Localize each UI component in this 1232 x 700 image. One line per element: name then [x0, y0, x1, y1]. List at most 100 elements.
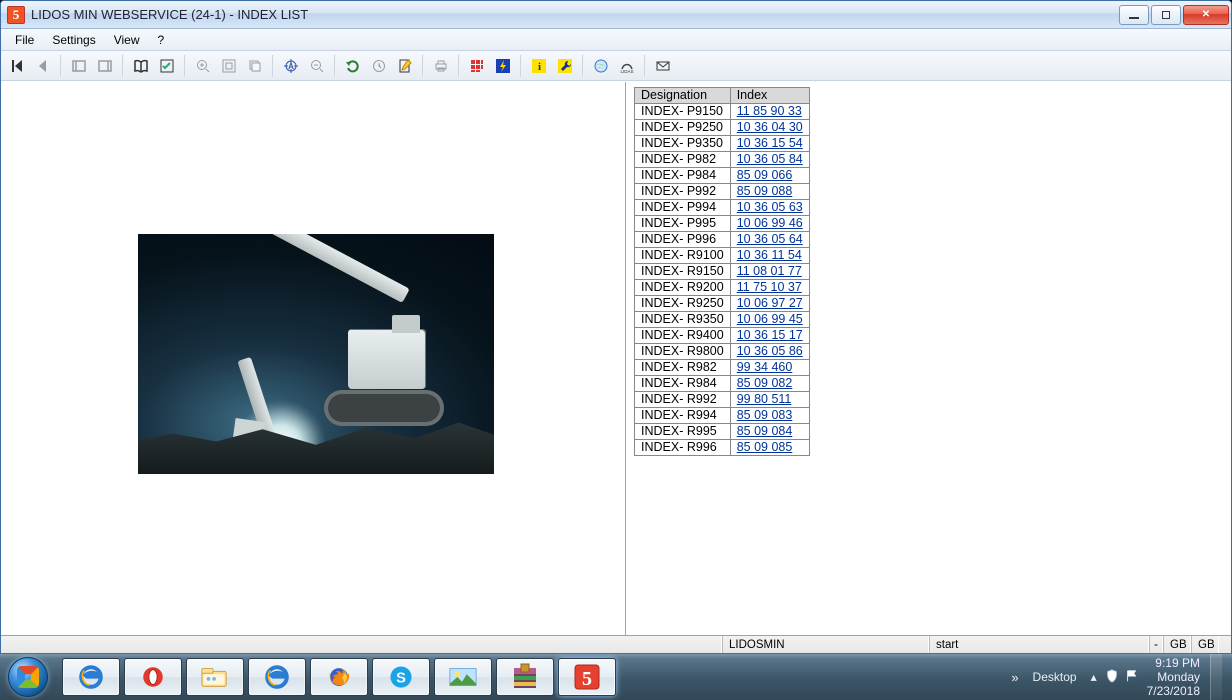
index-link[interactable]: 10 06 97 27 — [737, 296, 803, 310]
cell-index: 10 36 15 54 — [730, 136, 809, 152]
index-link[interactable]: 85 09 083 — [737, 408, 793, 422]
svg-text:5: 5 — [582, 668, 592, 690]
cell-index: 10 36 05 86 — [730, 344, 809, 360]
grid-red-icon[interactable] — [465, 54, 489, 78]
index-link[interactable]: 85 09 088 — [737, 184, 793, 198]
taskbar-ie-icon[interactable] — [62, 658, 120, 696]
tray-time: 9:19 PM — [1147, 656, 1200, 670]
tray-flag-icon[interactable] — [1125, 669, 1139, 686]
index-link[interactable]: 11 75 10 37 — [737, 280, 802, 294]
menu-view[interactable]: View — [106, 31, 148, 49]
cell-designation: INDEX- P994 — [635, 200, 731, 216]
index-link[interactable]: 11 85 90 33 — [737, 104, 802, 118]
globe-icon[interactable] — [589, 54, 613, 78]
table-row: INDEX- R98485 09 082 — [635, 376, 810, 392]
table-row: INDEX- R915011 08 01 77 — [635, 264, 810, 280]
info-icon[interactable]: i — [527, 54, 551, 78]
prev-icon[interactable] — [31, 54, 55, 78]
cell-index: 85 09 088 — [730, 184, 809, 200]
cell-designation: INDEX- R9100 — [635, 248, 731, 264]
cell-index: 10 06 99 46 — [730, 216, 809, 232]
taskbar-skype-icon[interactable]: S — [372, 658, 430, 696]
index-link[interactable]: 99 34 460 — [737, 360, 793, 374]
index-link[interactable]: 10 36 15 54 — [737, 136, 803, 150]
maximize-button[interactable] — [1151, 5, 1181, 25]
index-link[interactable]: 10 36 05 63 — [737, 200, 803, 214]
tray-expand-icon[interactable]: ▴ — [1091, 670, 1097, 684]
cell-index: 99 80 511 — [730, 392, 809, 408]
start-button[interactable] — [0, 654, 56, 700]
menu-file[interactable]: File — [7, 31, 42, 49]
refresh-icon[interactable] — [341, 54, 365, 78]
toolbar-sep — [422, 55, 424, 77]
first-icon[interactable] — [5, 54, 29, 78]
index-link[interactable]: 10 36 05 64 — [737, 232, 803, 246]
cell-index: 11 85 90 33 — [730, 104, 809, 120]
index-link[interactable]: 85 09 084 — [737, 424, 793, 438]
show-desktop-button[interactable] — [1210, 654, 1222, 700]
nav-back-icon[interactable] — [67, 54, 91, 78]
table-row: INDEX- R935010 06 99 45 — [635, 312, 810, 328]
wrench-icon[interactable] — [553, 54, 577, 78]
fit-icon[interactable] — [217, 54, 241, 78]
nav-fwd-icon[interactable] — [93, 54, 117, 78]
taskbar-photos-icon[interactable] — [434, 658, 492, 696]
cell-designation: INDEX- R996 — [635, 440, 731, 456]
zoom-out-icon[interactable] — [305, 54, 329, 78]
index-link[interactable]: 10 36 11 54 — [737, 248, 802, 262]
tray-desktop-label[interactable]: Desktop — [1027, 668, 1083, 686]
close-button[interactable]: ✕ — [1183, 5, 1229, 25]
index-link[interactable]: 10 06 99 46 — [737, 216, 803, 230]
table-row: INDEX- P99285 09 088 — [635, 184, 810, 200]
cell-index: 10 36 05 84 — [730, 152, 809, 168]
history-icon[interactable] — [367, 54, 391, 78]
index-link[interactable]: 10 36 15 17 — [737, 328, 803, 342]
tray-clock[interactable]: 9:19 PM Monday 7/23/2018 — [1147, 656, 1202, 698]
tray-chevrons-icon[interactable]: » — [1011, 670, 1018, 685]
menu-help[interactable]: ? — [150, 31, 173, 49]
index-link[interactable]: 99 80 511 — [737, 392, 792, 406]
system-tray: » Desktop ▴ 9:19 PM Monday 7/23/2018 — [999, 654, 1226, 700]
table-row: INDEX- R925010 06 97 27 — [635, 296, 810, 312]
lidas-icon[interactable]: LIDAS — [615, 54, 639, 78]
taskbar-opera-icon[interactable] — [124, 658, 182, 696]
checklist-icon[interactable] — [155, 54, 179, 78]
col-index[interactable]: Index — [730, 88, 809, 104]
print-icon[interactable] — [429, 54, 453, 78]
index-link[interactable]: 10 06 99 45 — [737, 312, 803, 326]
index-link[interactable]: 85 09 082 — [737, 376, 793, 390]
taskbar-explorer-icon[interactable] — [186, 658, 244, 696]
index-link[interactable]: 85 09 085 — [737, 440, 793, 454]
menu-settings[interactable]: Settings — [44, 31, 103, 49]
col-designation[interactable]: Designation — [635, 88, 731, 104]
index-link[interactable]: 11 08 01 77 — [737, 264, 802, 278]
taskbar-lidos-icon[interactable]: 5 — [558, 658, 616, 696]
cell-index: 85 09 085 — [730, 440, 809, 456]
index-link[interactable]: 10 36 04 30 — [737, 120, 803, 134]
image-pane — [1, 82, 626, 635]
mail-icon[interactable] — [651, 54, 675, 78]
lightning-icon[interactable] — [491, 54, 515, 78]
taskbar-firefox-icon[interactable] — [310, 658, 368, 696]
cell-designation: INDEX- R992 — [635, 392, 731, 408]
copy-icon[interactable] — [243, 54, 267, 78]
cell-index: 10 36 04 30 — [730, 120, 809, 136]
taskbar-ie2-icon[interactable] — [248, 658, 306, 696]
tray-security-icon[interactable] — [1105, 669, 1119, 686]
table-row: INDEX- P994 10 36 05 63 — [635, 200, 810, 216]
index-table: Designation Index INDEX- P915011 85 90 3… — [634, 87, 810, 456]
table-row: INDEX- R9400 10 36 15 17 — [635, 328, 810, 344]
taskbar-winrar-icon[interactable] — [496, 658, 554, 696]
note-icon[interactable] — [393, 54, 417, 78]
toolbar-sep — [272, 55, 274, 77]
index-link[interactable]: 85 09 066 — [737, 168, 793, 182]
status-gb-minus: - — [1149, 636, 1163, 653]
index-link[interactable]: 10 36 05 86 — [737, 344, 803, 358]
target-icon[interactable]: A — [279, 54, 303, 78]
minimize-button[interactable] — [1119, 5, 1149, 25]
cell-designation: INDEX- R9400 — [635, 328, 731, 344]
index-link[interactable]: 10 36 05 84 — [737, 152, 803, 166]
zoom-in-icon[interactable] — [191, 54, 215, 78]
toolbar-sep — [644, 55, 646, 77]
book-icon[interactable] — [129, 54, 153, 78]
